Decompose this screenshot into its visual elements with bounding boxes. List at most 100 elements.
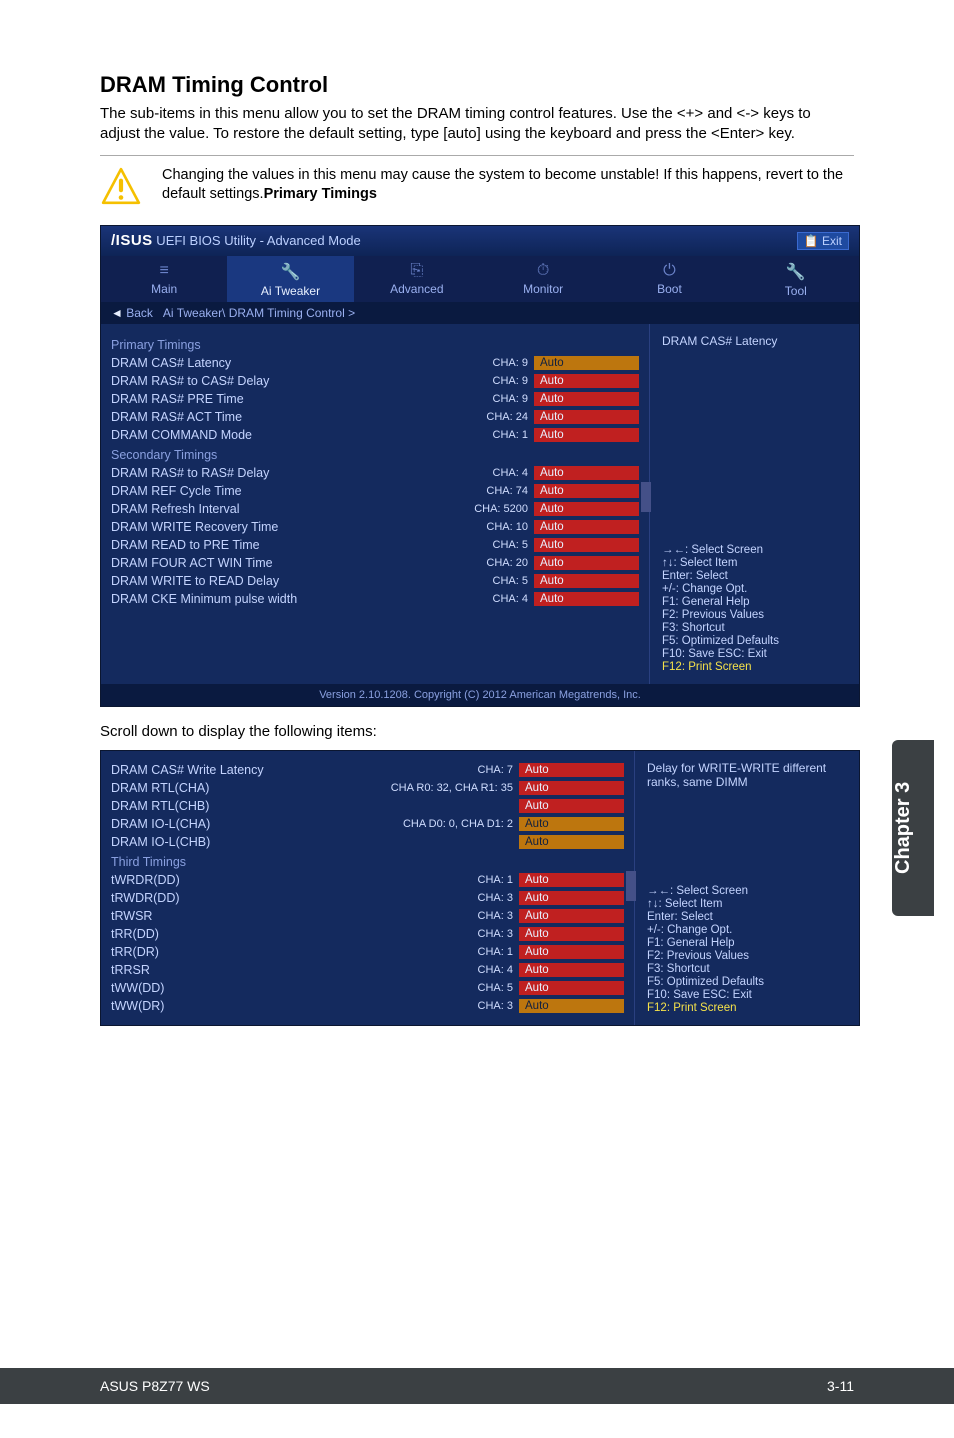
setting-channel: CHA: 3	[459, 892, 519, 904]
setting-value[interactable]: Auto	[519, 763, 624, 777]
setting-value[interactable]: Auto	[534, 410, 639, 424]
setting-row[interactable]: DRAM CAS# LatencyCHA: 9Auto	[111, 356, 639, 370]
setting-label: tWW(DD)	[111, 981, 459, 995]
divider	[100, 155, 854, 156]
setting-row[interactable]: DRAM Refresh IntervalCHA: 5200Auto	[111, 502, 639, 516]
setting-value[interactable]: Auto	[519, 873, 624, 887]
setting-label: tWRDR(DD)	[111, 873, 459, 887]
setting-row[interactable]: DRAM WRITE to READ DelayCHA: 5Auto	[111, 574, 639, 588]
setting-channel: CHA: 3	[459, 928, 519, 940]
setting-value[interactable]: Auto	[519, 835, 624, 849]
setting-value[interactable]: Auto	[534, 556, 639, 570]
setting-value[interactable]: Auto	[534, 502, 639, 516]
bios-footer: Version 2.10.1208. Copyright (C) 2012 Am…	[101, 684, 859, 706]
help-line: F12: Print Screen	[662, 661, 847, 673]
setting-row[interactable]: DRAM IO-L(CHB)Auto	[111, 835, 624, 849]
setting-channel: CHA: 4	[459, 964, 519, 976]
tab-advanced[interactable]: ⎘Advanced	[354, 256, 480, 302]
help-line: Enter: Select	[662, 570, 847, 582]
tab-ai-tweaker[interactable]: 🔧Ai Tweaker	[227, 256, 353, 302]
setting-row[interactable]: DRAM RAS# ACT TimeCHA: 24Auto	[111, 410, 639, 424]
tab-main[interactable]: ≡Main	[101, 256, 227, 302]
side-help-title-2: Delay for WRITE-WRITE different ranks, s…	[647, 761, 847, 884]
page-desc: The sub-items in this menu allow you to …	[100, 104, 854, 145]
setting-row[interactable]: DRAM REF Cycle TimeCHA: 74Auto	[111, 484, 639, 498]
setting-label: DRAM COMMAND Mode	[111, 428, 474, 442]
setting-row[interactable]: DRAM RAS# to CAS# DelayCHA: 9Auto	[111, 374, 639, 388]
setting-label: tRWSR	[111, 909, 459, 923]
setting-row[interactable]: DRAM CKE Minimum pulse widthCHA: 4Auto	[111, 592, 639, 606]
setting-channel: CHA: 5200	[474, 503, 534, 515]
setting-value[interactable]: Auto	[519, 945, 624, 959]
setting-value[interactable]: Auto	[534, 520, 639, 534]
setting-row[interactable]: DRAM CAS# Write LatencyCHA: 7Auto	[111, 763, 624, 777]
setting-row[interactable]: DRAM RTL(CHB)Auto	[111, 799, 624, 813]
settings-panel: Primary TimingsDRAM CAS# LatencyCHA: 9Au…	[101, 324, 649, 684]
bios-tabs: ≡Main🔧Ai Tweaker⎘Advanced⏱Monitor⏻Boot🔧T…	[101, 256, 859, 302]
setting-row[interactable]: DRAM WRITE Recovery TimeCHA: 10Auto	[111, 520, 639, 534]
setting-row[interactable]: tRRSRCHA: 4Auto	[111, 963, 624, 977]
setting-row[interactable]: DRAM READ to PRE TimeCHA: 5Auto	[111, 538, 639, 552]
setting-row[interactable]: DRAM IO-L(CHA)CHA D0: 0, CHA D1: 2Auto	[111, 817, 624, 831]
setting-row[interactable]: tRWDR(DD)CHA: 3Auto	[111, 891, 624, 905]
help-line: F2: Previous Values	[647, 950, 847, 962]
setting-value[interactable]: Auto	[519, 999, 624, 1013]
bios-window-2: DRAM CAS# Write LatencyCHA: 7Auto DRAM RT…	[100, 750, 860, 1026]
section-header: Third Timings	[111, 855, 624, 869]
setting-value[interactable]: Auto	[519, 817, 624, 831]
setting-label: DRAM CKE Minimum pulse width	[111, 592, 474, 606]
setting-row[interactable]: DRAM COMMAND ModeCHA: 1Auto	[111, 428, 639, 442]
setting-value[interactable]: Auto	[534, 466, 639, 480]
setting-label: DRAM RAS# ACT Time	[111, 410, 474, 424]
help-line: F12: Print Screen	[647, 1002, 847, 1014]
setting-value[interactable]: Auto	[534, 392, 639, 406]
setting-value[interactable]: Auto	[519, 963, 624, 977]
setting-value[interactable]: Auto	[519, 781, 624, 795]
scrollbar-handle[interactable]	[626, 871, 636, 901]
setting-row[interactable]: tWW(DR)CHA: 3Auto	[111, 999, 624, 1013]
setting-value[interactable]: Auto	[519, 891, 624, 905]
section-header: Secondary Timings	[111, 448, 639, 462]
exit-button[interactable]: 📋 Exit	[797, 232, 849, 250]
alert-text: Changing the values in this menu may cau…	[162, 166, 854, 205]
help-line: F2: Previous Values	[662, 609, 847, 621]
help-line: F5: Optimized Defaults	[647, 976, 847, 988]
setting-row[interactable]: DRAM RAS# to RAS# DelayCHA: 4Auto	[111, 466, 639, 480]
setting-value[interactable]: Auto	[519, 799, 624, 813]
footer-right: 3-11	[827, 1378, 854, 1394]
help-line: →←: Select Screen	[647, 885, 847, 897]
setting-row[interactable]: tWW(DD)CHA: 5Auto	[111, 981, 624, 995]
setting-value[interactable]: Auto	[534, 428, 639, 442]
setting-label: DRAM REF Cycle Time	[111, 484, 474, 498]
setting-value[interactable]: Auto	[534, 356, 639, 370]
setting-channel: CHA: 4	[474, 467, 534, 479]
setting-row[interactable]: tWRDR(DD)CHA: 1Auto	[111, 873, 624, 887]
setting-label: tRR(DR)	[111, 945, 459, 959]
setting-row[interactable]: DRAM FOUR ACT WIN TimeCHA: 20Auto	[111, 556, 639, 570]
setting-row[interactable]: tRWSRCHA: 3Auto	[111, 909, 624, 923]
breadcrumb[interactable]: ◄ Back Ai Tweaker\ DRAM Timing Control >	[101, 302, 859, 324]
setting-value[interactable]: Auto	[534, 374, 639, 388]
setting-row[interactable]: DRAM RAS# PRE TimeCHA: 9Auto	[111, 392, 639, 406]
help-line: F10: Save ESC: Exit	[647, 989, 847, 1001]
tab-boot[interactable]: ⏻Boot	[606, 256, 732, 302]
setting-value[interactable]: Auto	[534, 538, 639, 552]
setting-value[interactable]: Auto	[519, 927, 624, 941]
help-line: →←: Select Screen	[662, 544, 847, 556]
setting-channel: CHA R0: 32, CHA R1: 35	[379, 782, 519, 794]
setting-channel: CHA: 5	[459, 982, 519, 994]
setting-value[interactable]: Auto	[534, 484, 639, 498]
setting-row[interactable]: tRR(DR)CHA: 1Auto	[111, 945, 624, 959]
setting-row[interactable]: tRR(DD)CHA: 3Auto	[111, 927, 624, 941]
setting-value[interactable]: Auto	[519, 909, 624, 923]
setting-label: tRRSR	[111, 963, 459, 977]
setting-value[interactable]: Auto	[519, 981, 624, 995]
tab-tool[interactable]: 🔧Tool	[733, 256, 859, 302]
setting-row[interactable]: DRAM RTL(CHA)CHA R0: 32, CHA R1: 35Auto	[111, 781, 624, 795]
setting-value[interactable]: Auto	[534, 574, 639, 588]
scrollbar-handle[interactable]	[641, 482, 651, 512]
setting-value[interactable]: Auto	[534, 592, 639, 606]
setting-channel: CHA: 9	[474, 375, 534, 387]
setting-label: DRAM READ to PRE Time	[111, 538, 474, 552]
tab-monitor[interactable]: ⏱Monitor	[480, 256, 606, 302]
